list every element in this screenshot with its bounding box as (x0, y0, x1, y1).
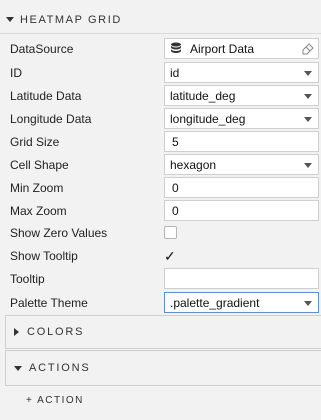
datasource-label: DataSource (10, 41, 74, 56)
datasource-row: DataSource Airport Data (0, 37, 321, 60)
caret-down-icon (14, 365, 22, 371)
grid-size-row: Grid Size 5 (0, 130, 321, 153)
database-icon (171, 42, 181, 53)
latitude-select[interactable]: latitude_deg (164, 85, 319, 106)
palette-label: Palette Theme (10, 295, 88, 310)
latitude-value: latitude_deg (170, 88, 236, 103)
grid-size-value: 5 (172, 134, 179, 149)
longitude-select[interactable]: longitude_deg (164, 108, 319, 129)
datasource-value: Airport Data (190, 41, 255, 56)
tooltip-input[interactable] (164, 268, 319, 289)
chevron-down-icon (304, 71, 312, 76)
actions-section[interactable]: ACTIONS (5, 350, 321, 386)
palette-row: Palette Theme .palette_gradient (0, 291, 321, 314)
id-label: ID (10, 65, 22, 80)
colors-section[interactable]: COLORS (5, 315, 321, 349)
cell-shape-value: hexagon (170, 157, 217, 172)
show-tooltip-checkbox[interactable]: ✓ (164, 249, 178, 263)
id-select[interactable]: id (164, 62, 319, 83)
palette-value: .palette_gradient (170, 295, 260, 310)
chevron-down-icon (304, 117, 312, 122)
latitude-row: Latitude Data latitude_deg (0, 84, 321, 107)
min-zoom-input[interactable]: 0 (164, 177, 319, 198)
min-zoom-label: Min Zoom (10, 180, 64, 195)
show-zero-checkbox[interactable] (164, 226, 177, 239)
chevron-down-icon (304, 301, 312, 306)
id-value: id (170, 65, 180, 80)
max-zoom-input[interactable]: 0 (164, 200, 319, 221)
max-zoom-value: 0 (172, 203, 179, 218)
add-action-button[interactable]: + ACTION (26, 395, 84, 406)
colors-title: COLORS (27, 326, 85, 338)
cell-shape-select[interactable]: hexagon (164, 154, 319, 175)
show-tooltip-row: Show Tooltip ✓ (0, 244, 321, 267)
id-row: ID id (0, 61, 321, 84)
grid-size-input[interactable]: 5 (164, 131, 319, 152)
chevron-down-icon (304, 163, 312, 168)
heatmap-grid-header[interactable]: HEATMAP GRID (0, 6, 321, 34)
eraser-icon[interactable] (302, 43, 314, 55)
grid-size-label: Grid Size (10, 134, 60, 149)
longitude-value: longitude_deg (170, 111, 246, 126)
colors-section-header[interactable]: COLORS (6, 316, 321, 348)
show-zero-row: Show Zero Values (0, 221, 321, 244)
longitude-label: Longitude Data (10, 111, 92, 126)
actions-section-header[interactable]: ACTIONS (6, 351, 321, 385)
show-zero-label: Show Zero Values (10, 225, 108, 240)
max-zoom-row: Max Zoom 0 (0, 199, 321, 222)
datasource-select[interactable]: Airport Data (164, 38, 319, 59)
panel-title: HEATMAP GRID (20, 13, 122, 26)
palette-select[interactable]: .palette_gradient (164, 292, 319, 313)
tooltip-row: Tooltip (0, 267, 321, 290)
caret-right-icon (14, 328, 19, 336)
latitude-label: Latitude Data (10, 88, 82, 103)
max-zoom-label: Max Zoom (10, 203, 67, 218)
caret-down-icon (6, 17, 14, 22)
min-zoom-row: Min Zoom 0 (0, 176, 321, 199)
show-tooltip-label: Show Tooltip (10, 248, 78, 263)
actions-title: ACTIONS (29, 362, 91, 374)
tooltip-label: Tooltip (10, 271, 45, 286)
min-zoom-value: 0 (172, 180, 179, 195)
cell-shape-label: Cell Shape (10, 157, 69, 172)
cell-shape-row: Cell Shape hexagon (0, 153, 321, 176)
chevron-down-icon (304, 94, 312, 99)
longitude-row: Longitude Data longitude_deg (0, 107, 321, 130)
